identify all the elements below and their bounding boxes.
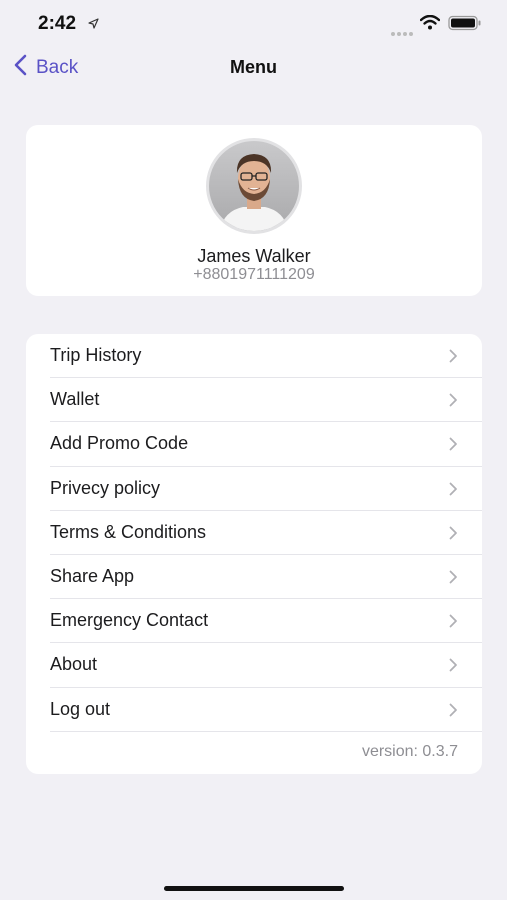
page-title: Menu [230, 57, 277, 77]
chevron-right-icon [449, 437, 458, 456]
menu-item-label: Terms & Conditions [50, 521, 207, 542]
navigation-bar: Back Menu [0, 46, 507, 90]
menu-item-label: Emergency Contact [50, 610, 209, 631]
battery-icon [448, 15, 482, 36]
menu-item-label: Privecy policy [50, 477, 161, 498]
menu-item-privacy-policy[interactable]: Privecy policy [26, 467, 482, 511]
avatar[interactable] [199, 138, 309, 234]
chevron-right-icon [449, 614, 458, 633]
menu-item-label: Wallet [50, 389, 100, 410]
menu-item-about[interactable]: About [26, 643, 482, 688]
menu-item-terms-conditions[interactable]: Terms & Conditions [26, 511, 482, 556]
chevron-right-icon [449, 570, 458, 589]
avatar-photo [206, 138, 302, 234]
app-version: version: 0.3.7 [361, 743, 458, 760]
chevron-right-icon [449, 703, 458, 722]
chevron-right-icon [449, 526, 458, 545]
chevron-right-icon [449, 482, 458, 501]
menu-item-add-promo-code[interactable]: Add Promo Code [26, 422, 482, 467]
menu-item-label: Log out [50, 698, 111, 719]
cellular-signal-icon [390, 24, 414, 42]
menu-item-emergency-contact[interactable]: Emergency Contact [26, 599, 482, 644]
chevron-right-icon [449, 393, 458, 412]
home-indicator[interactable] [164, 886, 344, 891]
menu-item-label: Add Promo Code [50, 433, 189, 454]
profile-card: James Walker +8801971111209 [26, 125, 482, 296]
chevron-right-icon [449, 658, 458, 677]
profile-phone: +8801971111209 [193, 266, 315, 283]
menu-item-trip-history[interactable]: Trip History [26, 334, 482, 379]
menu-item-label: Share App [50, 565, 135, 586]
location-arrow-icon [88, 16, 99, 34]
menu-list: Trip History Wallet Add Promo Code Prive… [26, 334, 482, 774]
menu-item-label: Trip History [50, 345, 142, 365]
menu-item-wallet[interactable]: Wallet [26, 378, 482, 423]
chevron-right-icon [449, 349, 458, 368]
wifi-icon [419, 14, 441, 35]
menu-item-label: About [50, 654, 98, 675]
menu-item-share-app[interactable]: Share App [26, 555, 482, 600]
profile-name: James Walker [197, 246, 311, 266]
status-bar: 2:42 [0, 0, 507, 46]
menu-item-log-out[interactable]: Log out [26, 688, 482, 732]
status-time: 2:42 [38, 13, 77, 34]
